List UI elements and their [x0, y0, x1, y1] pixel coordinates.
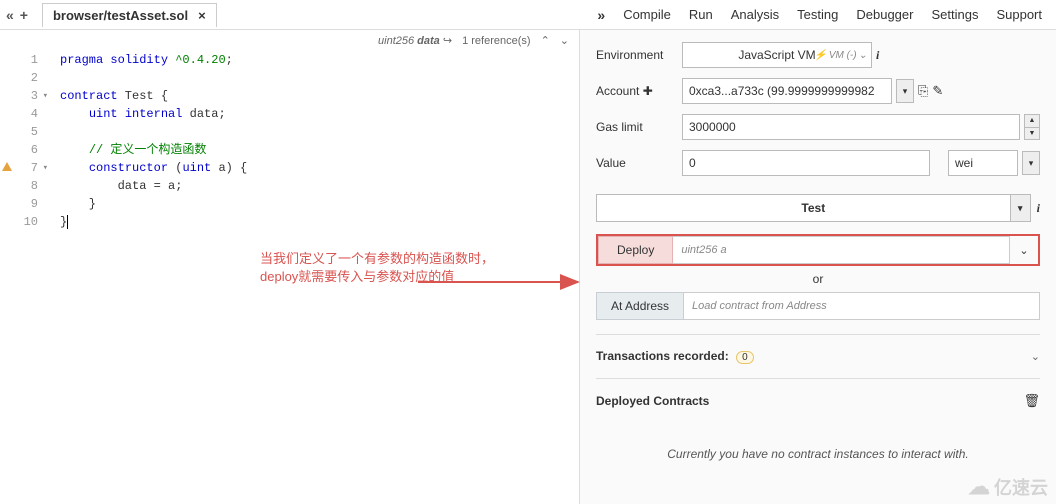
unit-dropdown-btn[interactable]: ▾ [1022, 151, 1040, 175]
env-label: Environment [596, 48, 682, 62]
ref-down-icon[interactable]: ⌄ [560, 34, 569, 47]
goto-icon[interactable]: ↪ [443, 35, 452, 47]
annotation-arrow [418, 264, 588, 304]
deploy-button[interactable]: Deploy [598, 236, 673, 264]
account-dropdown-btn[interactable]: ▾ [896, 79, 914, 103]
at-address-input[interactable]: Load contract from Address [684, 292, 1040, 320]
file-tab-label: browser/testAsset.sol [53, 8, 188, 23]
gas-limit-input[interactable]: 3000000 [682, 114, 1020, 140]
nav-debugger[interactable]: Debugger [856, 7, 913, 22]
account-label: Account [596, 84, 639, 98]
environment-select[interactable]: JavaScript VM ⚡VM (-)⌄ [682, 42, 872, 68]
value-input[interactable]: 0 [682, 150, 930, 176]
tx-expand-icon[interactable]: ⌄ [1031, 350, 1040, 363]
value-label: Value [596, 156, 682, 170]
contract-info-icon[interactable]: i [1037, 201, 1040, 216]
gas-label: Gas limit [596, 120, 682, 134]
nav-support[interactable]: Support [996, 7, 1042, 22]
tx-recorded-title: Transactions recorded: [596, 349, 729, 363]
nav-analysis[interactable]: Analysis [731, 7, 779, 22]
deploy-expand-icon[interactable]: ⌄ [1010, 236, 1038, 264]
clear-deployed-icon[interactable]: 🗑 [1023, 393, 1040, 409]
contract-dropdown-btn[interactable]: ▾ [1010, 195, 1030, 221]
deploy-args-input[interactable]: uint256 a [673, 236, 1010, 264]
at-address-button[interactable]: At Address [596, 292, 684, 320]
env-info-icon[interactable]: i [876, 48, 879, 63]
edit-account-icon[interactable]: ✎ [932, 83, 943, 99]
plug-icon: ⚡ [814, 50, 826, 61]
file-tab[interactable]: browser/testAsset.sol × [42, 3, 217, 27]
hint-type: uint256 [378, 35, 414, 47]
add-tab-icon[interactable]: + [20, 7, 28, 23]
references-count[interactable]: 1 reference(s) [462, 35, 530, 47]
watermark: ☁亿速云 [968, 474, 1048, 500]
ref-up-icon[interactable]: ⌃ [541, 34, 550, 47]
gas-spinner[interactable]: ▲▼ [1024, 114, 1040, 140]
account-select[interactable]: 0xca3...a733c (99.9999999999982 [682, 78, 892, 104]
hint-name: data [417, 35, 440, 47]
collapse-left-icon[interactable]: « [6, 7, 14, 23]
nav-settings[interactable]: Settings [931, 7, 978, 22]
code-editor[interactable]: 12345678910 pragma solidity ^0.4.20; con… [0, 51, 579, 231]
tx-count-badge: 0 [736, 351, 754, 364]
or-text: or [596, 272, 1040, 286]
account-add-icon[interactable]: ✚ [643, 84, 653, 98]
close-tab-icon[interactable]: × [198, 8, 206, 23]
nav-run[interactable]: Run [689, 7, 713, 22]
copy-account-icon[interactable]: ⎘ [918, 83, 928, 99]
nav-compile[interactable]: Compile [623, 7, 671, 22]
value-unit-select[interactable]: wei [948, 150, 1018, 176]
nav-testing[interactable]: Testing [797, 7, 838, 22]
contract-select[interactable]: Test ▾ [596, 194, 1031, 222]
expand-panel-icon[interactable]: » [597, 7, 605, 23]
deployed-title: Deployed Contracts [596, 394, 709, 408]
